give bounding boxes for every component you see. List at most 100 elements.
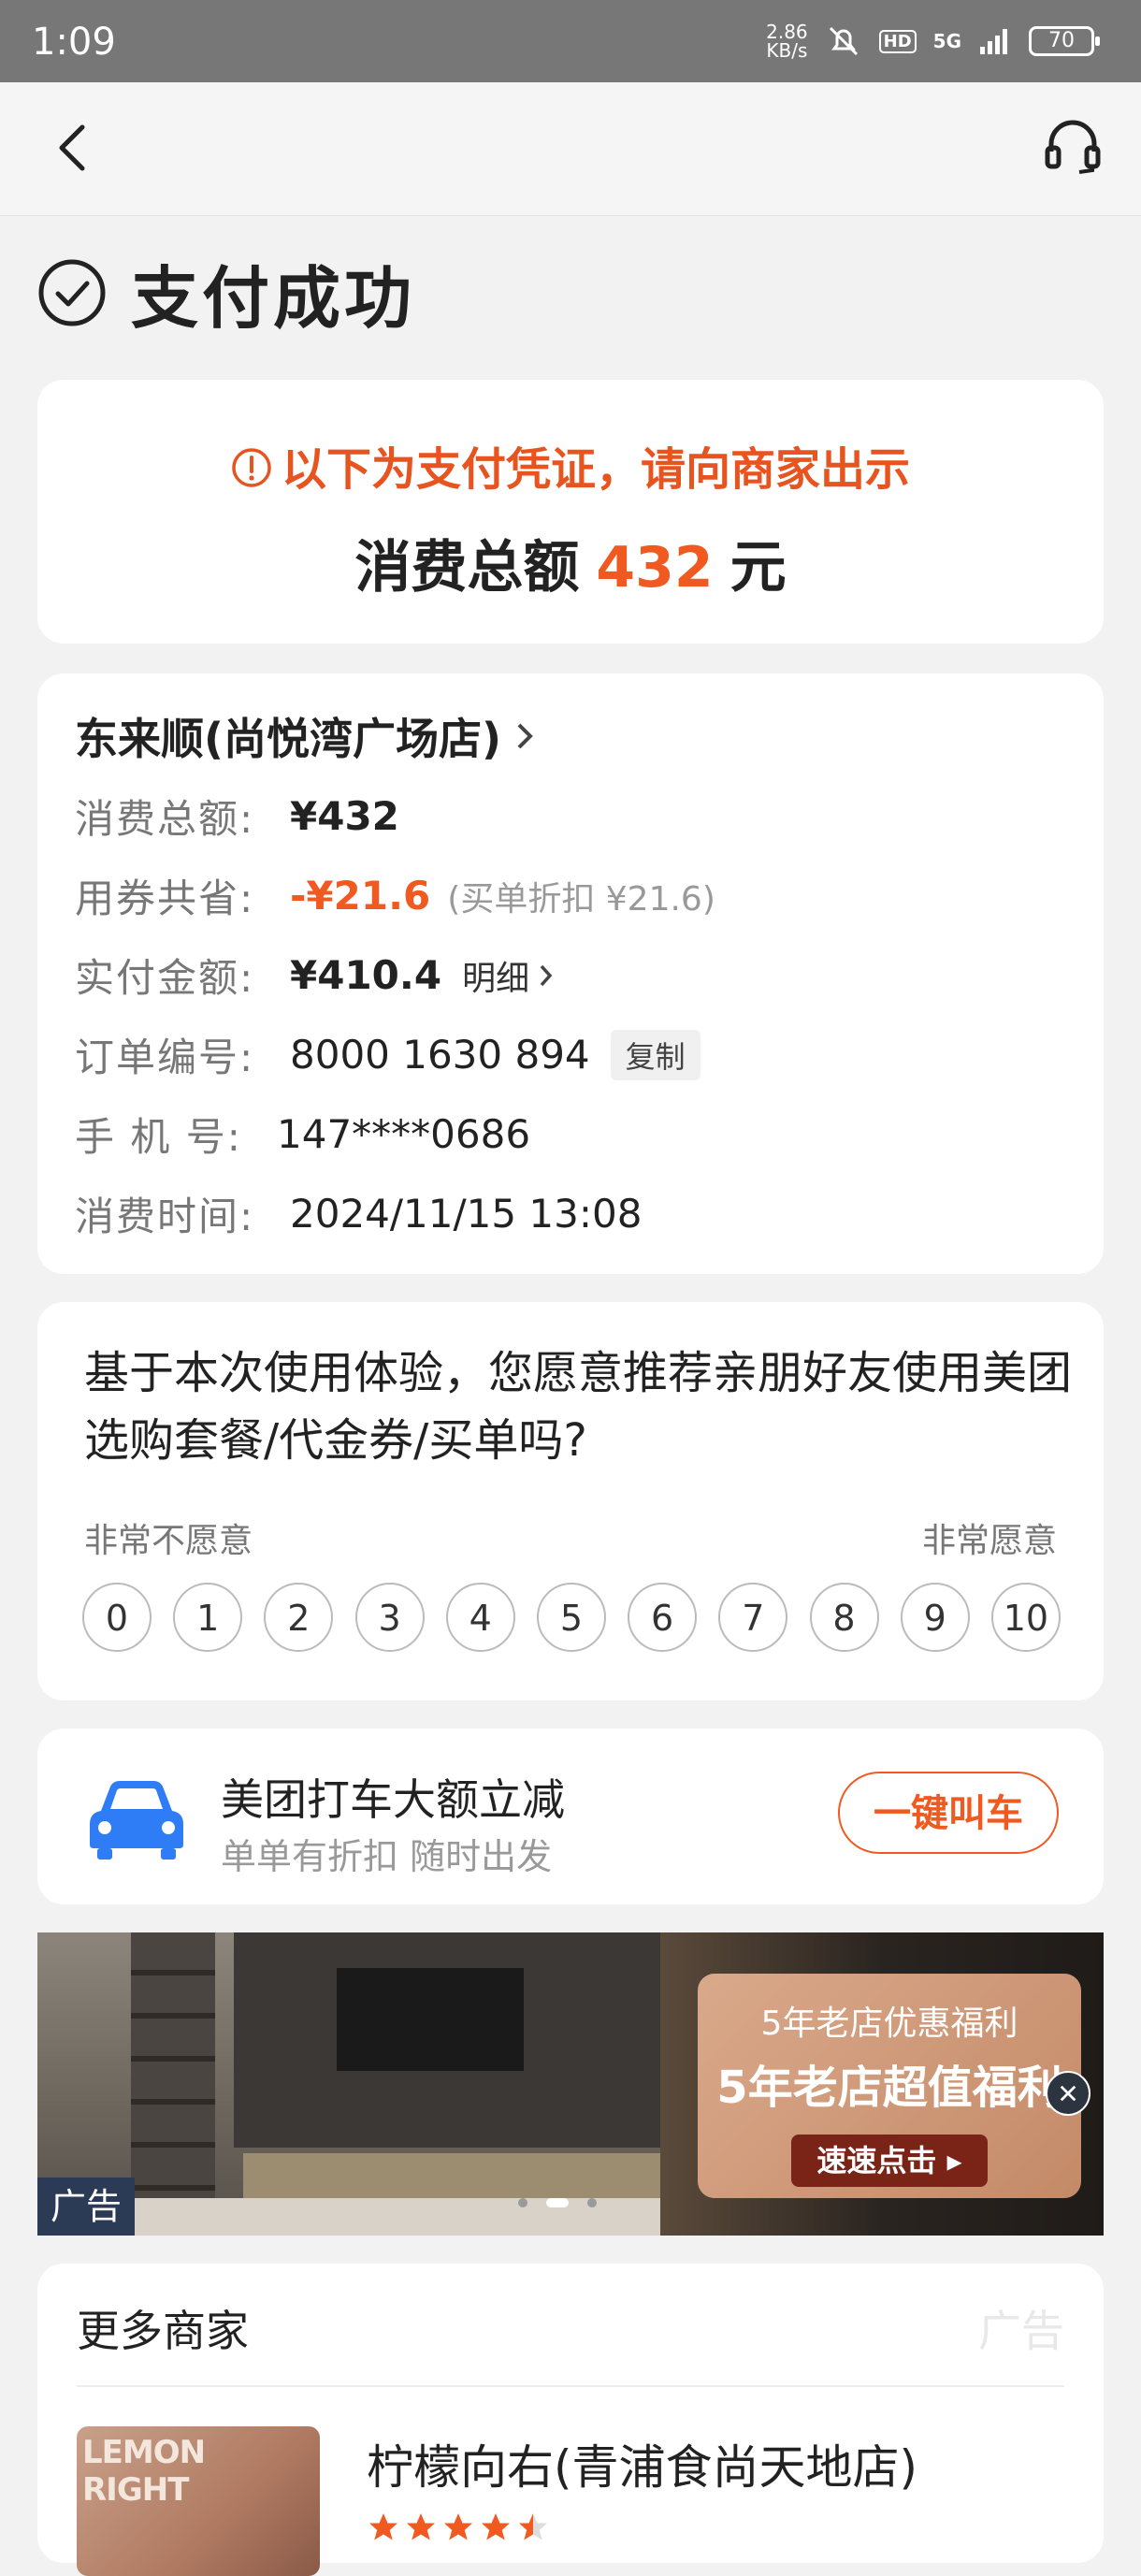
detail-row-order-no: 订单编号: 8000 1630 894 复制 [75,1026,700,1083]
score-6[interactable]: 6 [628,1583,698,1652]
warning-icon [232,448,271,487]
detail-label: 消费总额: [75,796,255,842]
total-amount: 432 [596,535,714,601]
detail-label: 用券共省: [75,876,255,921]
survey-low-label: 非常不愿意 [84,1522,253,1560]
survey-question: 基于本次使用体验，您愿意推荐亲朋好友使用美团选购套餐/代金券/买单吗? [84,1347,1073,1467]
detail-label: 订单编号: [75,1035,255,1080]
detail-row-paid: 实付金额: ¥410.4 明细 [75,947,556,1004]
detail-row-discount: 用券共省: -¥21.6 (买单折扣 ¥21.6) [75,867,715,924]
taxi-promo-card: 美团打车大额立减 单单有折扣 随时出发 一键叫车 [37,1729,1104,1904]
car-icon [90,1781,183,1860]
status-icons: 2.86 KB/s HD 5G 70 [766,22,1100,60]
shop-thumbnail-watermark: LEMON RIGHT [82,2434,206,2509]
check-circle-icon [38,259,106,326]
ad-tag: 广告 [37,2178,135,2236]
carousel-dot[interactable] [587,2198,597,2207]
total-unit: 元 [729,535,787,601]
star-icon [482,2513,510,2540]
banner-image-shelf [131,1932,215,2236]
nav-bar [0,82,1141,216]
shop-thumbnail[interactable]: LEMON RIGHT [77,2426,320,2576]
discount-note: (买单折扣 ¥21.6) [447,879,715,919]
score-0[interactable]: 0 [82,1583,152,1652]
network-speed-unit: KB/s [766,39,808,62]
hd-icon: HD [878,29,917,53]
banner-image-tv [337,1968,524,2071]
score-4[interactable]: 4 [445,1583,515,1652]
detail-label: 实付金额: [75,955,255,1001]
detail-value: ¥410.4 [290,952,442,998]
star-icon [407,2513,435,2540]
detail-label: 消费时间: [75,1194,255,1239]
detail-row-phone: 手 机 号: 147****0686 [75,1106,530,1163]
detail-value: -¥21.6 [290,873,431,919]
back-arrow-icon[interactable] [47,120,103,176]
more-shops-ad-label: 广告 [978,2306,1064,2356]
carousel-dots [518,2198,597,2207]
status-time: 1:09 [32,21,116,64]
shop-name-link[interactable]: 东来顺(尚悦湾广场店) [75,705,535,767]
mute-bell-icon [829,26,858,56]
score-2[interactable]: 2 [264,1583,334,1652]
banner-image-cabinet [243,2153,692,2198]
detail-value: ¥432 [290,793,399,839]
nps-survey-card: 基于本次使用体验，您愿意推荐亲朋好友使用美团选购套餐/代金券/买单吗? 非常不愿… [37,1302,1104,1700]
breakdown-link-label: 明细 [462,959,530,998]
rating-stars [367,2511,550,2544]
score-10[interactable]: 10 [990,1583,1061,1652]
close-icon[interactable] [1046,2071,1090,2116]
banner-line-2: 5年老店超值福利 [716,2062,1062,2114]
order-number: 8000 1630 894 [290,1032,590,1078]
score-3[interactable]: 3 [354,1583,425,1652]
chevron-right-icon [517,723,533,749]
carousel-dot[interactable] [518,2198,527,2207]
total-label: 消费总额 [354,535,580,601]
chevron-right-icon [540,964,553,986]
customer-service-icon[interactable] [1042,116,1104,178]
voucher-notice: 以下为支付凭证，请向商家出示 [37,432,1104,498]
carousel-dot-active[interactable] [546,2198,569,2207]
more-shops-title: 更多商家 [77,2306,249,2356]
voucher-total: 消费总额 432 元 [37,522,1104,603]
network-speed: 2.86 KB/s [766,22,808,60]
call-taxi-button[interactable]: 一键叫车 [838,1772,1059,1854]
half-star-icon [519,2513,547,2540]
banner-line-1: 5年老店优惠福利 [760,2004,1018,2043]
consumption-time: 2024/11/15 13:08 [290,1191,643,1237]
more-shops-card: 更多商家 广告 LEMON RIGHT 柠檬向右(青浦食尚天地店) [37,2264,1104,2576]
banner-cta-button[interactable]: 速速点击 ▸ [791,2135,988,2187]
ad-banner[interactable]: 5年老店优惠福利 5年老店超值福利 速速点击 ▸ 广告 [37,1932,1104,2236]
score-7[interactable]: 7 [718,1583,788,1652]
score-1[interactable]: 1 [173,1583,243,1652]
banner-promo-panel: 5年老店优惠福利 5年老店超值福利 速速点击 ▸ [660,1932,1104,2236]
order-details-card: 东来顺(尚悦湾广场店) 消费总额: ¥432 用券共省: -¥21.6 (买单折… [37,673,1104,1274]
taxi-promo-subtitle: 单单有折扣 随时出发 [221,1836,553,1877]
network-type: 5G [932,30,961,52]
score-5[interactable]: 5 [536,1583,606,1652]
divider [77,2385,1064,2387]
battery-icon: 70 [1029,26,1100,56]
phone-number: 147****0686 [277,1111,531,1157]
banner-promo-card: 5年老店优惠福利 5年老店超值福利 速速点击 ▸ [698,1974,1081,2198]
breakdown-link[interactable]: 明细 [462,951,556,1000]
star-icon [444,2513,472,2540]
page-title: 支付成功 [131,259,416,338]
score-9[interactable]: 9 [900,1583,970,1652]
copy-button[interactable]: 复制 [610,1029,700,1080]
recommended-shop-name[interactable]: 柠檬向右(青浦食尚天地店) [367,2430,917,2497]
survey-high-label: 非常愿意 [921,1522,1057,1560]
payment-voucher-card: 以下为支付凭证，请向商家出示 消费总额 432 元 [37,380,1104,644]
score-options: 0 1 2 3 4 5 6 7 8 9 10 [82,1583,1061,1652]
detail-row-total: 消费总额: ¥432 [75,788,399,845]
taxi-promo-title: 美团打车大额立减 [221,1774,565,1825]
network-speed-value: 2.86 [766,21,808,43]
detail-label: 手 机 号: [75,1114,242,1160]
status-bar: 1:09 2.86 KB/s HD 5G 70 [0,0,1141,82]
detail-row-time: 消费时间: 2024/11/15 13:08 [75,1185,642,1242]
signal-icon [980,29,1007,54]
payment-success-header: 支付成功 [37,243,415,341]
shop-name: 东来顺(尚悦湾广场店) [75,714,502,764]
voucher-notice-text: 以下为支付凭证，请向商家出示 [281,443,910,496]
score-8[interactable]: 8 [809,1583,879,1652]
